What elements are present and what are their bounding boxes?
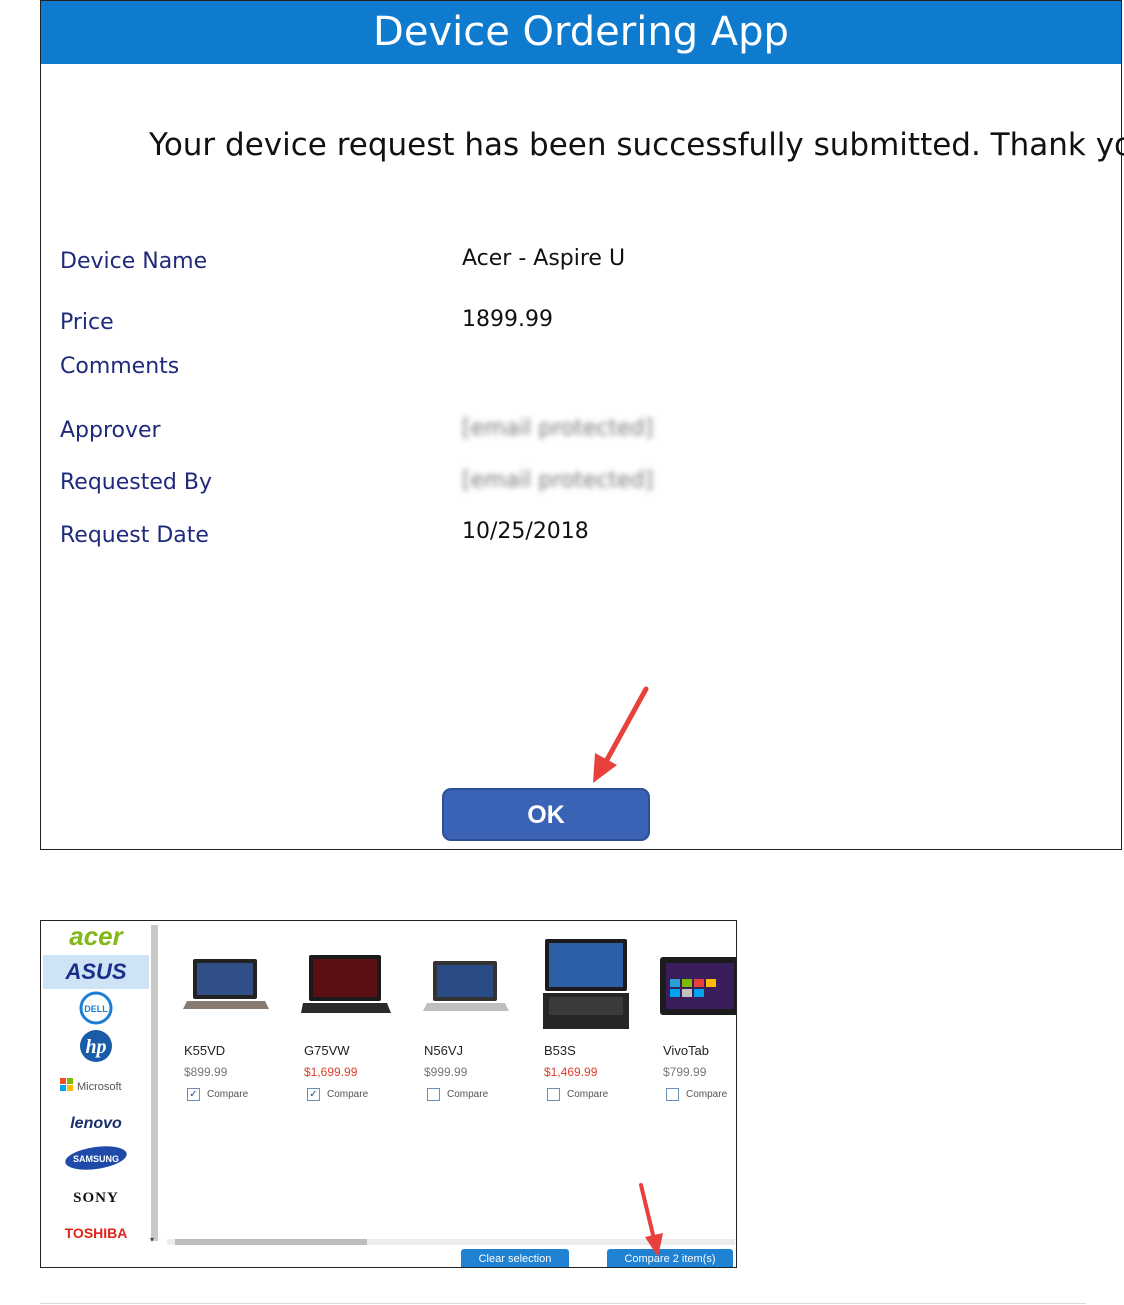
device-name-value: Acer - Aspire U [462,246,626,271]
laptop-image-icon [423,961,509,1011]
price-label: Price [60,310,114,335]
product-price: $999.99 [424,1065,468,1079]
compare-toggle[interactable]: Compare [427,1088,488,1101]
compare-label: Compare [447,1089,489,1100]
compare-toggle[interactable]: ✓ Compare [187,1088,248,1101]
svg-text:DELL: DELL [84,1004,108,1014]
laptop-image-icon [301,955,391,1013]
brand-sony[interactable]: SONY [43,1179,149,1213]
compare-checkbox[interactable] [427,1088,440,1101]
svg-text:TOSHIBA: TOSHIBA [65,1225,128,1241]
svg-text:SONY: SONY [73,1190,119,1206]
svg-text:lenovo: lenovo [70,1115,122,1132]
success-message: Your device request has been successfull… [149,127,1124,163]
approver-value: [email protected] [462,416,654,441]
sony-logo-icon: SONY [73,1190,119,1206]
product-name[interactable]: K55VD [184,1043,225,1058]
svg-text:Microsoft: Microsoft [77,1081,122,1093]
product-scrollbar[interactable] [167,1239,735,1245]
dell-logo-icon: DELL [79,991,113,1025]
product-price: $1,469.99 [544,1065,598,1079]
compare-label: Compare [686,1089,728,1100]
comments-label: Comments [60,354,180,379]
ok-button[interactable]: OK [442,788,650,841]
annotation-arrow-icon [593,686,649,783]
brand-acer[interactable]: acer [43,921,149,955]
compare-label: Compare [327,1089,369,1100]
svg-text:SAMSUNG: SAMSUNG [73,1154,119,1164]
requested-by-value: [email protected] [462,468,654,493]
product-name[interactable]: B53S [544,1043,576,1058]
divider [40,1303,1086,1304]
compare-items-button[interactable]: Compare 2 item(s) [607,1249,733,1267]
app-title: Device Ordering App [41,1,1121,64]
lenovo-logo-icon: lenovo [70,1115,122,1132]
compare-checkbox-checked[interactable]: ✓ [307,1088,320,1101]
request-date-value: 10/25/2018 [462,519,589,544]
compare-toggle[interactable]: ✓ Compare [307,1088,368,1101]
compare-checkbox[interactable] [666,1088,679,1101]
acer-logo-icon: acer [69,923,124,951]
brand-samsung[interactable]: SAMSUNG [43,1141,149,1175]
asus-logo-icon: ASUS [64,959,126,984]
laptop-image-icon [183,959,269,1009]
compare-label: Compare [207,1089,249,1100]
brand-toshiba[interactable]: TOSHIBA [43,1215,149,1249]
compare-toggle[interactable]: Compare [666,1088,727,1101]
toshiba-logo-icon: TOSHIBA [65,1225,128,1241]
compare-toggle[interactable]: Compare [547,1088,608,1101]
svg-text:hp: hp [85,1036,106,1058]
brand-hp[interactable]: hp [43,1029,149,1063]
product-name[interactable]: N56VJ [424,1043,463,1058]
svg-text:acer: acer [69,923,124,951]
device-name-label: Device Name [60,249,208,274]
laptop-image-icon [543,939,629,1029]
product-name[interactable]: G75VW [304,1043,350,1058]
compare-checkbox-checked[interactable]: ✓ [187,1088,200,1101]
scroll-down-icon[interactable]: ▾ [150,1235,154,1244]
brand-list: acer ASUS DELL hp Microsoft lenovo SAMSU… [41,921,151,1267]
device-catalog-screenshot: acer ASUS DELL hp Microsoft lenovo SAMSU… [40,920,737,1268]
hp-logo-icon: hp [80,1030,112,1062]
approver-label: Approver [60,418,161,443]
brand-asus[interactable]: ASUS [43,955,149,989]
price-value: 1899.99 [462,307,553,332]
compare-checkbox[interactable] [547,1088,560,1101]
microsoft-logo-icon: Microsoft [60,1078,122,1093]
product-name[interactable]: VivoTab [663,1043,709,1058]
samsung-logo-icon: SAMSUNG [65,1146,127,1170]
brand-scrollbar[interactable] [151,925,158,1241]
product-price: $1,699.99 [304,1065,358,1079]
svg-text:ASUS: ASUS [64,959,126,984]
request-date-label: Request Date [60,523,209,548]
requested-by-label: Requested By [60,470,212,495]
product-scrollbar-thumb[interactable] [175,1239,367,1245]
brand-dell[interactable]: DELL [43,991,149,1025]
product-price: $899.99 [184,1065,228,1079]
brand-lenovo[interactable]: lenovo [43,1105,149,1139]
tablet-image-icon [660,957,736,1015]
brand-microsoft[interactable]: Microsoft [43,1067,149,1101]
product-price: $799.99 [663,1065,707,1079]
compare-label: Compare [567,1089,609,1100]
confirmation-screen: Device Ordering App Your device request … [40,0,1124,850]
clear-selection-button[interactable]: Clear selection [461,1249,569,1267]
